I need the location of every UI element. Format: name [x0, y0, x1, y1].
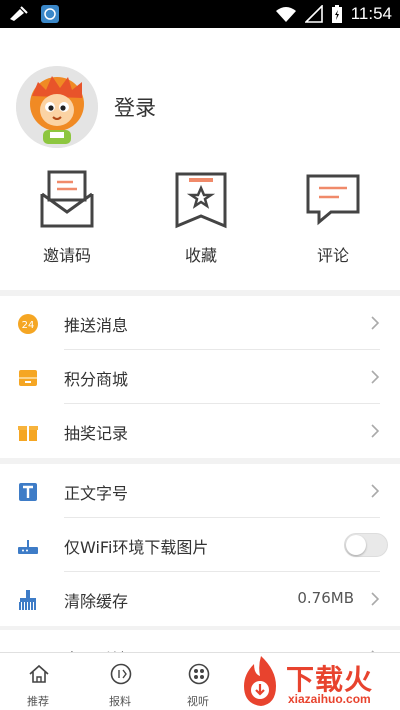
- home-icon: [29, 664, 49, 683]
- bookmark-star-icon: [175, 172, 227, 229]
- watermark-url: xiazaihuo.com: [288, 692, 371, 706]
- app-notification-icon: [41, 5, 59, 23]
- chevron-right-icon: [371, 592, 380, 606]
- envelope-icon: [40, 170, 94, 228]
- tab-label: 视听: [187, 695, 209, 708]
- tab-report[interactable]: 报料: [84, 653, 156, 710]
- menu-item-font-size[interactable]: 正文字号: [0, 464, 400, 518]
- favorites-button[interactable]: 收藏: [146, 170, 256, 270]
- menu-item-label: 推送消息: [64, 316, 129, 335]
- avatar[interactable]: [16, 66, 98, 148]
- status-time: 11:54: [350, 4, 392, 23]
- status-bar: 11:54: [0, 0, 400, 28]
- points-mall-icon: [19, 370, 37, 386]
- menu-item-label: 正文字号: [64, 484, 129, 503]
- invite-code-button[interactable]: 邀请码: [12, 170, 122, 270]
- signal-icon: [304, 5, 323, 23]
- comment-icon: [306, 174, 360, 226]
- invite-code-label: 邀请码: [42, 246, 91, 265]
- menu-item-points-mall[interactable]: 积分商城: [0, 350, 400, 404]
- chevron-right-icon: [371, 370, 380, 384]
- broom-icon: [19, 590, 36, 610]
- login-link[interactable]: 登录: [114, 92, 156, 122]
- menu-item-clear-cache[interactable]: 清除缓存 0.76MB: [0, 572, 400, 626]
- font-size-icon: [19, 483, 37, 501]
- comments-label: 评论: [316, 246, 349, 265]
- tab-label: 推荐: [27, 695, 49, 708]
- menu-item-label: 抽奖记录: [64, 424, 129, 443]
- comments-button[interactable]: 评论: [278, 170, 388, 270]
- chevron-right-icon: [371, 424, 380, 438]
- menu-item-lottery-records[interactable]: 抽奖记录: [0, 404, 400, 458]
- wifi-only-toggle[interactable]: [344, 533, 388, 557]
- menu-item-push-messages[interactable]: 24 推送消息: [0, 296, 400, 350]
- watermark-logo: 下载火 xiazaihuo.com: [236, 654, 400, 710]
- cache-size-value: 0.76MB: [297, 589, 354, 607]
- tab-recommend[interactable]: 推荐: [2, 653, 74, 710]
- menu-item-label: 仅WiFi环境下载图片: [64, 538, 209, 557]
- svg-text:24: 24: [22, 320, 35, 331]
- tab-media[interactable]: 视听: [162, 653, 234, 710]
- toggle-knob: [346, 535, 366, 555]
- wifi-icon: [275, 7, 296, 22]
- chevron-right-icon: [371, 484, 380, 498]
- film-icon: [188, 663, 210, 685]
- menu-item-label: 积分商城: [64, 370, 129, 389]
- report-icon: [110, 663, 132, 685]
- push-24-icon: 24: [18, 314, 38, 334]
- gift-icon: [18, 426, 38, 441]
- flame-logo-icon: [244, 656, 276, 706]
- battery-icon: [331, 5, 342, 23]
- router-icon: [18, 540, 38, 554]
- menu-group-settings: 正文字号 仅WiFi环境下载图片 清除缓存 0.76MB: [0, 464, 400, 626]
- profile-card: 登录 邀请码 收藏 评论: [0, 28, 400, 290]
- menu-group-activity: 24 推送消息 积分商城 抽奖记录: [0, 296, 400, 458]
- lion-mascot-icon: [16, 66, 98, 148]
- chevron-right-icon: [371, 316, 380, 330]
- menu-item-wifi-only-images: 仅WiFi环境下载图片: [0, 518, 400, 572]
- favorites-label: 收藏: [184, 246, 217, 265]
- menu-item-label: 清除缓存: [64, 592, 129, 611]
- tab-label: 报料: [109, 695, 131, 708]
- notification-icon: [10, 6, 28, 21]
